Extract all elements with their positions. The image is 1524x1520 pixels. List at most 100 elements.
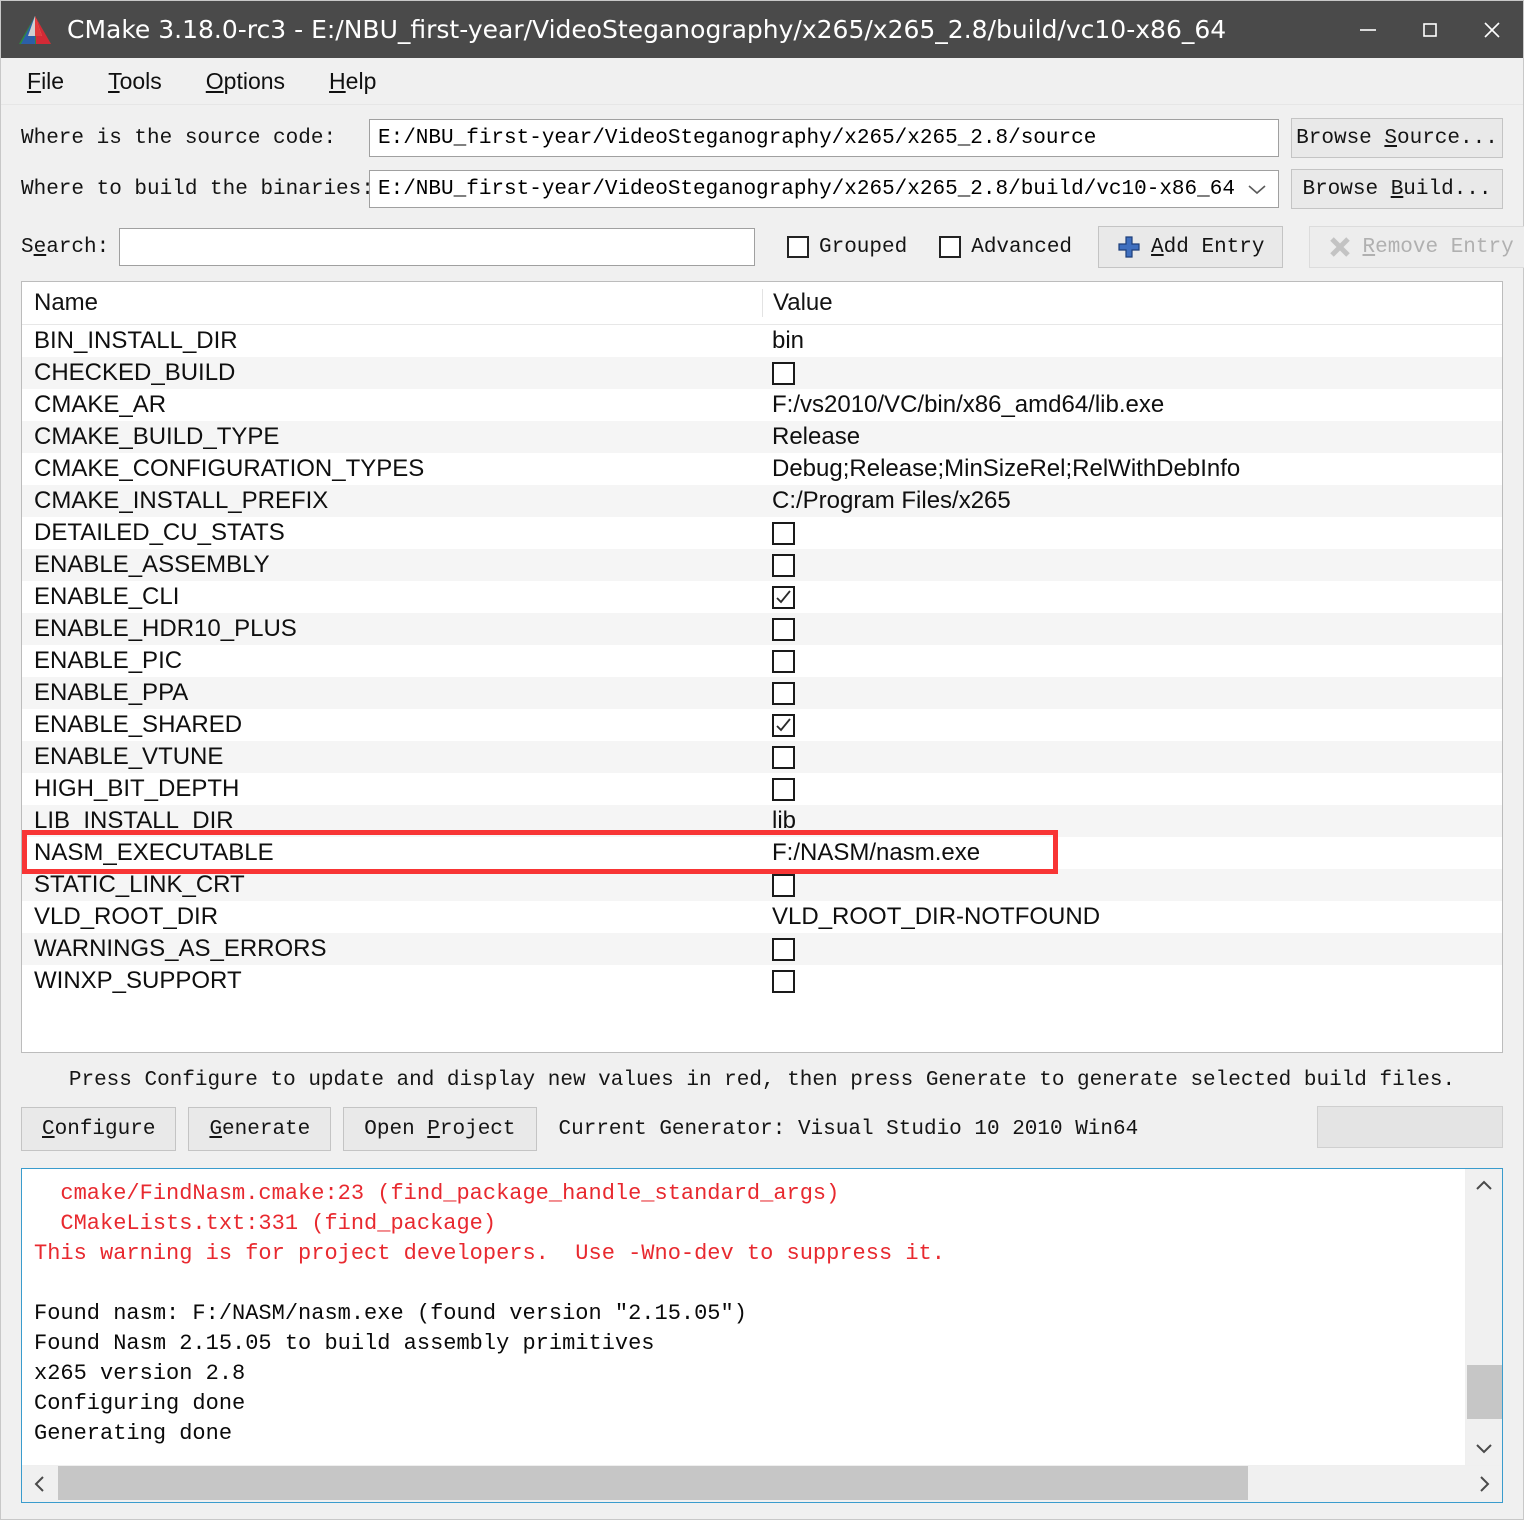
menu-item-tools[interactable]: Tools [104, 66, 166, 97]
table-row[interactable]: CHECKED_BUILD [22, 357, 1502, 389]
open-project-button[interactable]: Open Project [343, 1107, 537, 1151]
cache-variable-value[interactable] [762, 357, 1502, 389]
log-line: x265 version 2.8 [34, 1361, 246, 1386]
chevron-down-icon[interactable] [1466, 1431, 1502, 1465]
checkbox-unchecked-icon[interactable] [772, 874, 795, 897]
checkbox-unchecked-icon[interactable] [772, 970, 795, 993]
chevron-right-icon[interactable] [1466, 1474, 1502, 1494]
table-row[interactable]: ENABLE_HDR10_PLUS [22, 613, 1502, 645]
grouped-checkbox-box[interactable] [787, 236, 809, 258]
table-row[interactable]: LIB_INSTALL_DIR lib [22, 805, 1502, 837]
cache-variable-name: CHECKED_BUILD [34, 359, 236, 386]
checkbox-unchecked-icon[interactable] [772, 362, 795, 385]
table-row[interactable]: WARNINGS_AS_ERRORS [22, 933, 1502, 965]
cache-variable-value[interactable]: C:/Program Files/x265 [762, 485, 1502, 517]
cache-variable-value[interactable] [762, 709, 1502, 741]
cache-variable-value[interactable] [762, 965, 1502, 997]
output-log-text[interactable]: cmake/FindNasm.cmake:23 (find_package_ha… [22, 1169, 1465, 1465]
table-row[interactable]: CMAKE_CONFIGURATION_TYPES Debug;Release;M… [22, 453, 1502, 485]
table-row[interactable]: ENABLE_PPA [22, 677, 1502, 709]
cache-variable-value[interactable] [762, 549, 1502, 581]
checkbox-checked-icon[interactable] [772, 714, 795, 737]
table-row[interactable]: CMAKE_AR F:/vs2010/VC/bin/x86_amd64/lib.e… [22, 389, 1502, 421]
checkbox-unchecked-icon[interactable] [772, 650, 795, 673]
source-path-row: Where is the source code: E:/NBU_first-y… [21, 118, 1503, 158]
log-vertical-scroll-thumb[interactable] [1467, 1365, 1502, 1419]
plus-icon [1117, 235, 1141, 259]
grouped-checkbox[interactable]: Grouped [787, 236, 907, 259]
table-row[interactable]: ENABLE_CLI [22, 581, 1502, 613]
table-row-highlighted[interactable]: NASM_EXECUTABLE F:/NASM/nasm.exe [22, 837, 1502, 869]
cache-variable-value[interactable] [762, 869, 1502, 901]
checkbox-checked-icon[interactable] [772, 586, 795, 609]
checkbox-unchecked-icon[interactable] [772, 554, 795, 577]
cache-variable-name: VLD_ROOT_DIR [34, 903, 219, 930]
table-row[interactable]: ENABLE_VTUNE [22, 741, 1502, 773]
build-path-input[interactable]: E:/NBU_first-year/VideoSteganography/x26… [369, 170, 1279, 208]
window-controls [1337, 1, 1523, 58]
table-row[interactable]: DETAILED_CU_STATS [22, 517, 1502, 549]
chevron-down-icon[interactable] [1246, 171, 1268, 207]
chevron-left-icon[interactable] [22, 1474, 58, 1494]
configure-button[interactable]: Configure [21, 1107, 177, 1151]
browse-source-button[interactable]: Browse Source... [1291, 118, 1503, 158]
checkbox-unchecked-icon[interactable] [772, 522, 795, 545]
cache-variable-value[interactable] [762, 741, 1502, 773]
menu-item-options[interactable]: Options [202, 66, 289, 97]
cache-variable-value[interactable]: Release [762, 421, 1502, 453]
cache-variable-value[interactable]: F:/vs2010/VC/bin/x86_amd64/lib.exe [762, 389, 1502, 421]
checkbox-unchecked-icon[interactable] [772, 746, 795, 769]
cache-variable-value[interactable]: bin [762, 325, 1502, 357]
column-header-value[interactable]: Value [762, 289, 1502, 317]
column-header-name[interactable]: Name [22, 289, 762, 317]
cache-variable-value[interactable] [762, 773, 1502, 805]
cache-variable-value[interactable] [762, 933, 1502, 965]
cache-variable-value[interactable] [762, 677, 1502, 709]
checkbox-unchecked-icon[interactable] [772, 778, 795, 801]
search-input[interactable] [119, 228, 755, 266]
checkbox-unchecked-icon[interactable] [772, 682, 795, 705]
checkbox-unchecked-icon[interactable] [772, 938, 795, 961]
grouped-label: Grouped [819, 235, 908, 259]
advanced-label: Advanced [971, 235, 1073, 259]
cache-variable-value[interactable]: Debug;Release;MinSizeRel;RelWithDebInfo [762, 453, 1502, 485]
browse-build-button[interactable]: Browse Build... [1291, 169, 1503, 209]
cache-variable-name: WINXP_SUPPORT [34, 967, 242, 994]
cache-variable-value[interactable]: F:/NASM/nasm.exe [762, 837, 1502, 869]
cache-variable-value[interactable] [762, 517, 1502, 549]
table-row[interactable]: BIN_INSTALL_DIR bin [22, 325, 1502, 357]
cache-variable-name: WARNINGS_AS_ERRORS [34, 935, 327, 962]
advanced-checkbox[interactable]: Advanced [939, 236, 1072, 259]
checkbox-unchecked-icon[interactable] [772, 618, 795, 641]
remove-entry-button[interactable]: Remove Entry [1309, 226, 1524, 268]
table-row[interactable]: HIGH_BIT_DEPTH [22, 773, 1502, 805]
table-row[interactable]: CMAKE_BUILD_TYPE Release [22, 421, 1502, 453]
cache-variable-value[interactable]: VLD_ROOT_DIR-NOTFOUND [762, 901, 1502, 933]
table-row[interactable]: ENABLE_SHARED [22, 709, 1502, 741]
log-horizontal-scroll-thumb[interactable] [58, 1466, 1248, 1500]
cache-variable-value[interactable] [762, 645, 1502, 677]
cache-variable-name: CMAKE_AR [34, 391, 167, 418]
add-entry-button[interactable]: Add Entry [1098, 226, 1284, 268]
table-row[interactable]: ENABLE_ASSEMBLY [22, 549, 1502, 581]
cache-variable-value[interactable] [762, 581, 1502, 613]
table-row[interactable]: ENABLE_PIC [22, 645, 1502, 677]
generate-button[interactable]: Generate [188, 1107, 332, 1151]
table-row[interactable]: CMAKE_INSTALL_PREFIX C:/Program Files/x26… [22, 485, 1502, 517]
maximize-icon[interactable] [1399, 1, 1461, 58]
menu-item-file[interactable]: File [23, 66, 68, 97]
close-icon[interactable] [1461, 1, 1523, 58]
table-row[interactable]: WINXP_SUPPORT [22, 965, 1502, 997]
cache-variable-value[interactable]: lib [762, 805, 1502, 837]
source-path-input[interactable]: E:/NBU_first-year/VideoSteganography/x26… [369, 119, 1279, 157]
cache-variable-name: ENABLE_PIC [34, 647, 183, 674]
log-horizontal-scrollbar[interactable] [22, 1465, 1502, 1502]
chevron-up-icon[interactable] [1466, 1169, 1502, 1203]
minimize-icon[interactable] [1337, 1, 1399, 58]
advanced-checkbox-box[interactable] [939, 236, 962, 258]
table-row[interactable]: VLD_ROOT_DIR VLD_ROOT_DIR-NOTFOUND [22, 901, 1502, 933]
log-vertical-scrollbar[interactable] [1465, 1169, 1502, 1465]
table-row[interactable]: STATIC_LINK_CRT [22, 869, 1502, 901]
menu-item-help[interactable]: Help [325, 66, 380, 97]
cache-variable-value[interactable] [762, 613, 1502, 645]
